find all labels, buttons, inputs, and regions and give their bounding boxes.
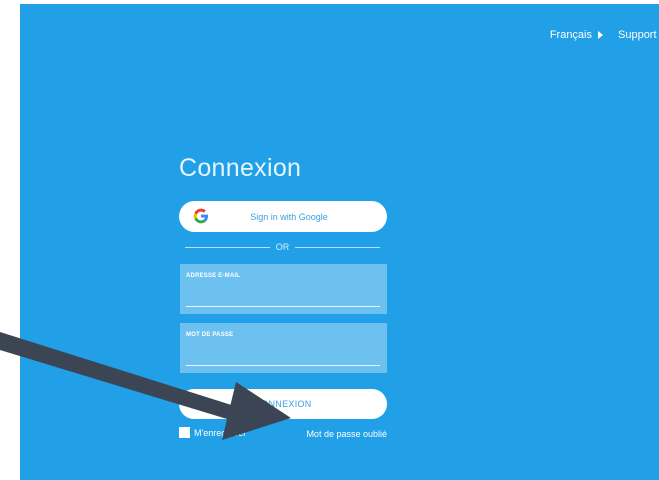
login-screen: Français Support T Connexion Sign in wit…	[20, 4, 659, 480]
password-label: MOT DE PASSE	[186, 332, 234, 338]
top-navigation: Français Support T	[550, 29, 659, 41]
forgot-password-link[interactable]: Mot de passe oublié	[20, 429, 387, 439]
triangle-right-icon	[598, 31, 603, 39]
divider-line-right	[295, 246, 380, 248]
language-label: Français	[549, 29, 592, 41]
or-divider: OR	[185, 241, 380, 253]
divider-line-left	[185, 246, 270, 248]
support-link[interactable]: Support T	[618, 29, 659, 41]
email-field[interactable]: ADRESSE E-MAIL	[180, 264, 387, 314]
google-signin-button[interactable]: Sign in with Google	[179, 201, 387, 232]
login-submit-button[interactable]: CONNEXION	[179, 389, 387, 419]
email-input[interactable]	[186, 294, 380, 307]
google-signin-label: Sign in with Google	[250, 211, 328, 222]
email-label: ADRESSE E-MAIL	[186, 273, 241, 279]
password-input[interactable]	[186, 353, 380, 366]
divider-label: OR	[275, 242, 290, 252]
language-selector[interactable]: Français	[550, 29, 603, 41]
password-field[interactable]: MOT DE PASSE	[180, 323, 387, 373]
page-title: Connexion	[179, 154, 302, 182]
